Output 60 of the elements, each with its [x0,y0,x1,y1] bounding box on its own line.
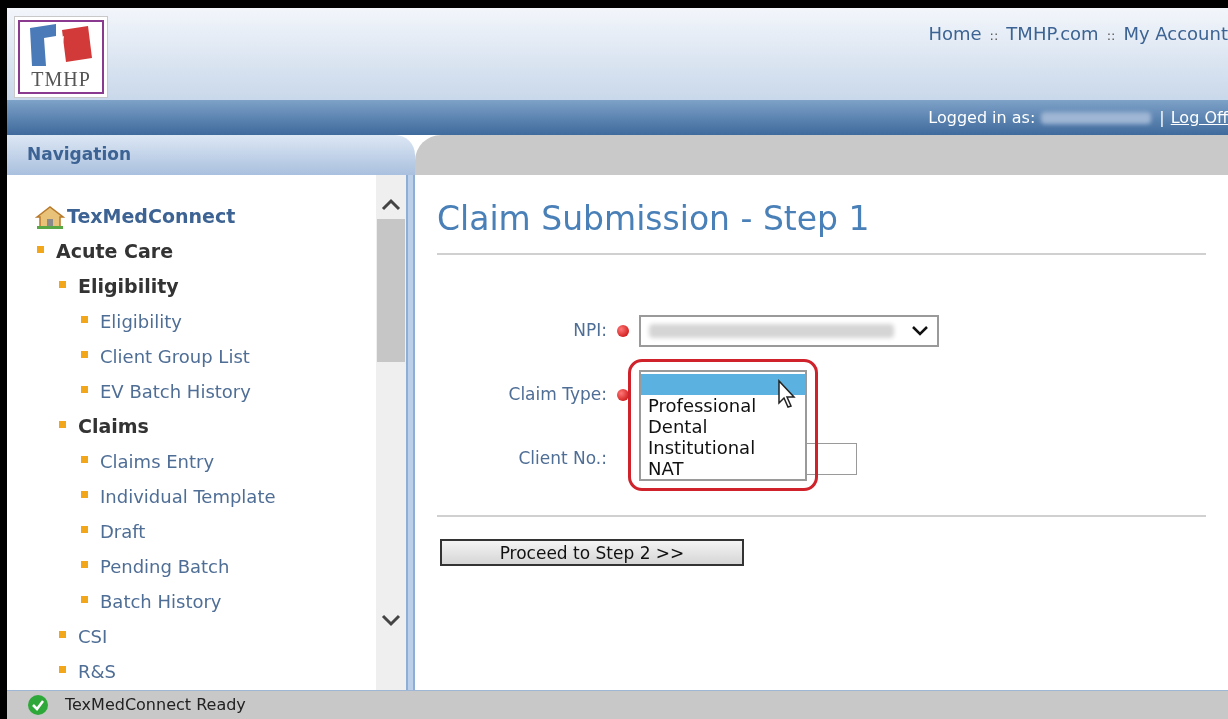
nav-item[interactable]: CSI [78,623,108,650]
nav-item[interactable]: Individual Template [100,483,276,510]
nav-item[interactable]: EV Batch History [100,378,251,405]
bullet-icon [81,351,88,358]
bullet-icon [81,526,88,533]
bullet-icon [81,596,88,603]
bullet-icon [59,281,66,288]
scroll-down-icon[interactable] [381,614,401,628]
scroll-up-icon[interactable] [381,197,401,211]
listbox-option[interactable]: Institutional [641,437,805,458]
separator: | [1159,106,1165,129]
link-separator: :: [1106,27,1116,45]
claim-type-dropdown-menu[interactable]: Professional Dental Institutional NAT [639,370,807,481]
navigation-title: Navigation [27,143,131,167]
chevron-down-icon [911,325,929,337]
link-separator: :: [989,27,999,45]
logo-text: TMHP [31,68,91,90]
bullet-icon [37,246,44,253]
logged-in-label: Logged in as: [928,106,1036,129]
bullet-icon [81,386,88,393]
header-link[interactable]: Home [928,20,982,47]
nav-item[interactable]: Batch History [100,588,222,615]
field-label: NPI: [572,319,607,343]
house-icon [35,204,65,229]
scroll-thumb[interactable] [377,219,405,362]
check-circle-icon [27,694,49,716]
bullet-icon [81,316,88,323]
listbox-option[interactable]: Dental [641,416,805,437]
field-label: Client No.: [517,447,607,471]
logo[interactable]: TMHP [14,16,108,98]
bullet-icon [81,456,88,463]
nav-item[interactable]: Acute Care [56,237,174,266]
nav-item[interactable]: Pending Batch [100,553,230,580]
nav-item[interactable]: Draft [100,518,146,545]
listbox-option[interactable] [641,374,805,395]
bullet-icon [81,491,88,498]
nav-item[interactable]: R&S [78,658,116,685]
bullet-icon [59,631,66,638]
splitter[interactable] [406,175,415,690]
nav-item[interactable]: Client Group List [100,343,250,370]
scrollbar[interactable] [376,175,406,690]
bullet-icon [59,666,66,673]
status-text: TexMedConnect Ready [65,694,246,716]
page-title: Claim Submission - Step 1 [437,199,1206,255]
header-link[interactable]: TMHP.com [1006,20,1099,47]
bullet-icon [59,421,66,428]
listbox-option[interactable]: NAT [641,458,805,479]
npi-select[interactable] [639,315,939,347]
mouse-cursor-icon [777,379,797,409]
field-label: Claim Type: [507,383,607,407]
nav-item[interactable]: Eligibility [100,308,182,335]
nav-item[interactable]: Eligibility [78,272,179,301]
bullet-icon [81,561,88,568]
listbox-option[interactable]: Professional [641,395,805,416]
log-off-link[interactable]: Log Off [1170,105,1228,130]
proceed-button[interactable]: Proceed to Step 2 >> [440,539,744,566]
header-link[interactable]: My Account [1123,20,1228,47]
nav-item[interactable]: TexMedConnect [67,202,236,231]
nav-item[interactable]: Claims Entry [100,448,215,475]
nav-item[interactable]: Claims [78,412,149,441]
